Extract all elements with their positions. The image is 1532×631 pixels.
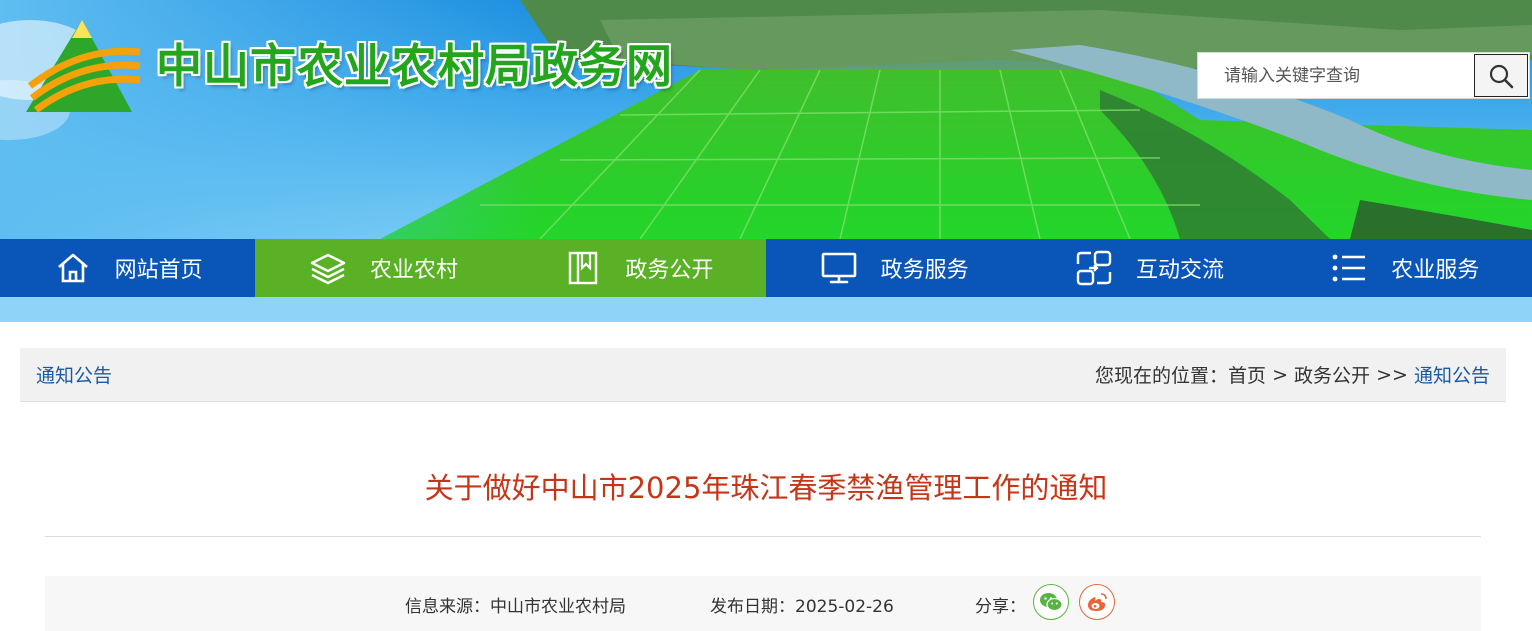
search-button[interactable]	[1474, 54, 1528, 97]
search-box	[1197, 52, 1530, 99]
breadcrumb: 您现在的位置： 首页 > 政务公开 >> 通知公告	[1095, 361, 1490, 388]
breadcrumb-separator: >>	[1370, 363, 1414, 386]
breadcrumb-bar: 通知公告 您现在的位置： 首页 > 政务公开 >> 通知公告	[20, 348, 1506, 402]
article-title: 关于做好中山市2025年珠江春季禁渔管理工作的通知	[424, 471, 1108, 505]
exchange-icon	[1074, 248, 1114, 288]
monitor-icon	[819, 248, 859, 288]
search-input[interactable]	[1198, 53, 1475, 98]
logo-triangle-icon	[26, 20, 141, 113]
list-icon	[1329, 248, 1369, 288]
book-icon	[563, 248, 603, 288]
weibo-icon	[1088, 593, 1107, 611]
share-label: 分享：	[975, 597, 1026, 617]
layers-icon	[308, 248, 348, 288]
header-banner: 中山市农业农村局政务网	[0, 0, 1532, 239]
wechat-icon	[1040, 593, 1063, 612]
nav-item-label: 农业农村	[369, 258, 458, 283]
meta-date: 发布日期：2025-02-26	[710, 592, 894, 617]
date-value: 2025-02-26	[795, 597, 894, 617]
breadcrumb-current-link[interactable]: 通知公告	[1414, 361, 1490, 388]
nav-under-band	[0, 297, 1532, 322]
home-icon	[53, 248, 93, 288]
breadcrumb-parent-link[interactable]: 政务公开	[1294, 361, 1370, 388]
nav-item-label: 政务公开	[625, 258, 714, 283]
breadcrumb-prefix: 您现在的位置：	[1095, 365, 1229, 387]
main-nav: 网站首页 农业农村 政务公开 政务服务 互动交流 农业服务	[0, 239, 1532, 297]
nav-item-label: 网站首页	[114, 258, 203, 283]
share-wechat-button[interactable]	[1033, 584, 1069, 620]
section-title: 通知公告	[36, 365, 113, 387]
article-meta-bar: 信息来源：中山市农业农村局 发布日期：2025-02-26 分享：	[45, 576, 1481, 631]
nav-item-agriculture[interactable]: 农业农村	[255, 239, 511, 297]
meta-source: 信息来源：中山市农业农村局	[405, 592, 626, 617]
breadcrumb-separator: >	[1266, 363, 1295, 386]
search-icon	[1489, 64, 1514, 88]
nav-item-gov-affairs[interactable]: 政务公开	[510, 239, 766, 297]
source-value: 中山市农业农村局	[490, 597, 626, 617]
site-logo[interactable]	[22, 16, 142, 116]
nav-item-home[interactable]: 网站首页	[0, 239, 255, 297]
site-title[interactable]: 中山市农业农村局政务网	[156, 34, 673, 98]
date-label: 发布日期：	[710, 597, 795, 617]
source-label: 信息来源：	[405, 597, 490, 617]
title-divider	[45, 536, 1481, 537]
share-weibo-button[interactable]	[1079, 584, 1115, 620]
nav-item-agri-services[interactable]: 农业服务	[1277, 239, 1532, 297]
nav-item-gov-services[interactable]: 政务服务	[766, 239, 1021, 297]
nav-item-label: 互动交流	[1135, 258, 1224, 283]
breadcrumb-home-link[interactable]: 首页	[1228, 361, 1266, 388]
nav-item-label: 农业服务	[1391, 258, 1480, 283]
nav-item-interaction[interactable]: 互动交流	[1021, 239, 1276, 297]
nav-item-label: 政务服务	[880, 258, 969, 283]
